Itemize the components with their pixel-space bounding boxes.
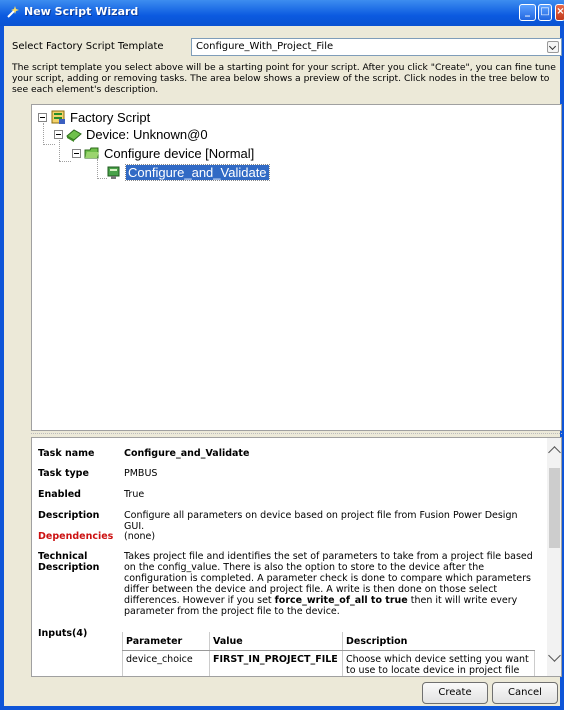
- dependencies-label: Dependencies: [38, 531, 114, 542]
- intro-text: The script template you select above wil…: [12, 62, 556, 95]
- wizard-window: New Script Wizard _ □ × Select Factory S…: [0, 0, 564, 710]
- inputs-header-row: Parameter Value Description: [122, 632, 534, 651]
- technical-value: Takes project file and identifies the se…: [124, 551, 539, 617]
- table-row[interactable]: device_choice FIRST_IN_PROJECT_FILE Choo…: [122, 650, 535, 676]
- window-title: New Script Wizard: [24, 5, 139, 18]
- title-bar[interactable]: New Script Wizard _ □ ×: [0, 0, 564, 26]
- task-name-label: Task name: [38, 448, 95, 459]
- inputs-header-description: Description: [342, 632, 534, 651]
- input-description-cell: Choose which device setting you want to …: [342, 650, 535, 676]
- template-label: Select Factory Script Template: [12, 41, 164, 52]
- technical-label: Technical Description: [38, 551, 100, 573]
- scroll-thumb[interactable]: [549, 468, 560, 548]
- tree-node-device[interactable]: Device: Unknown@0: [54, 126, 208, 142]
- inputs-header-value: Value: [209, 632, 343, 651]
- task-name-value: Configure_and_Validate: [124, 448, 250, 459]
- tree-label-device: Device: Unknown@0: [86, 126, 208, 142]
- script-tree[interactable]: Factory Script Device: Unknown@0 Configu…: [31, 104, 562, 431]
- device-icon: [66, 129, 82, 142]
- folder-icon: [84, 147, 99, 159]
- inputs-header-parameter: Parameter: [122, 632, 210, 651]
- tree-label-configure: Configure device [Normal]: [104, 145, 255, 161]
- inputs-label: Inputs(4): [38, 628, 88, 639]
- template-selected-value: Configure_With_Project_File: [196, 41, 334, 52]
- details-scrollbar[interactable]: [547, 438, 561, 676]
- script-icon: [51, 110, 65, 124]
- maximize-button[interactable]: □: [538, 4, 552, 21]
- input-value-cell[interactable]: FIRST_IN_PROJECT_FILE: [209, 650, 343, 676]
- enabled-value: True: [124, 489, 145, 500]
- wizard-icon: [7, 6, 19, 18]
- task-type-value: PMBUS: [124, 468, 158, 479]
- collapse-icon[interactable]: [38, 112, 47, 122]
- scroll-down-icon[interactable]: [548, 649, 561, 662]
- close-button[interactable]: ×: [555, 4, 564, 21]
- cancel-button[interactable]: Cancel: [492, 682, 558, 704]
- minimize-button[interactable]: _: [519, 4, 536, 21]
- collapse-icon[interactable]: [54, 129, 63, 139]
- inputs-table: Parameter Value Description device_choic…: [122, 632, 535, 676]
- technical-text-bold: force_write_of_all to true: [274, 595, 408, 606]
- description-value: Configure all parameters on device based…: [124, 510, 518, 532]
- tree-node-factory-script[interactable]: Factory Script: [38, 109, 150, 125]
- description-label: Description: [38, 510, 100, 521]
- enabled-label: Enabled: [38, 489, 81, 500]
- template-select[interactable]: Configure_With_Project_File: [191, 38, 562, 56]
- tree-label-task: Configure_and_Validate: [125, 163, 270, 181]
- scroll-up-icon[interactable]: [548, 446, 561, 459]
- create-button[interactable]: Create: [422, 682, 488, 704]
- collapse-icon[interactable]: [72, 148, 81, 158]
- dependencies-value: (none): [124, 531, 156, 542]
- tree-node-task[interactable]: Configure_and_Validate: [106, 163, 270, 181]
- tree-label-root: Factory Script: [70, 109, 151, 125]
- input-parameter-cell: device_choice: [122, 650, 210, 676]
- tree-node-configure[interactable]: Configure device [Normal]: [72, 145, 254, 161]
- task-icon: [107, 166, 120, 179]
- task-type-label: Task type: [38, 468, 89, 479]
- chevron-down-icon[interactable]: [547, 41, 559, 53]
- task-details-panel: Task name Configure_and_Validate Task ty…: [31, 437, 562, 677]
